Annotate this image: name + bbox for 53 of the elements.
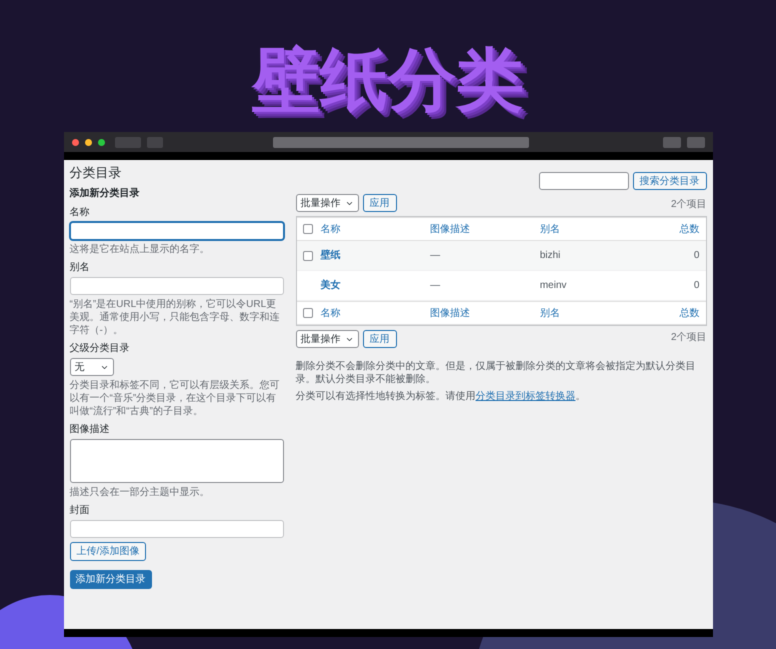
field-hint: 这将是它在站点上显示的名字。 (70, 243, 210, 256)
bulk-action-select[interactable]: 批量操作 (296, 194, 358, 212)
upload-button[interactable]: 上传/添加图像 (70, 542, 146, 561)
field-label: 图像描述 (70, 423, 110, 436)
search-button[interactable]: 搜索分类目录 (632, 172, 706, 190)
column-header[interactable]: 别名 (540, 306, 650, 320)
field-label: 父级分类目录 (70, 342, 130, 355)
field-label: 封面 (70, 504, 90, 517)
field-hint: 描述只会在一部分主题中显示。 (70, 486, 210, 499)
checkbox[interactable] (302, 224, 312, 234)
note-text: 删除分类不会删除分类中的文章。但是，仅属于被删除分类的文章将会被指定为默认分类目录。默认分类目录不能被删除。 (296, 360, 696, 386)
table-cell-text: — (430, 279, 442, 293)
category-name-link[interactable]: 壁纸 (320, 248, 430, 263)
note-text: 分类可以有选择性地转换为标签。请使用分类目录到标签转换器。 (296, 390, 586, 403)
textarea-field[interactable] (70, 439, 284, 483)
field-hint: “别名”是在URL中使用的别称，它可以令URL更美观。通常使用小写，只能包含字母、数字和连字符（-）。 (70, 298, 280, 337)
table-cell-text: 0 (692, 279, 700, 293)
table-cell-text: — (430, 249, 442, 263)
apply-button[interactable]: 应用 (362, 330, 396, 348)
item-count: 2个项目 (670, 198, 706, 212)
address-bar[interactable] (272, 136, 528, 148)
column-header[interactable]: 总数 (649, 306, 700, 320)
column-header[interactable]: 名称 (320, 222, 430, 236)
maximize-icon[interactable] (98, 138, 104, 146)
table-cell-text: bizhi (540, 249, 562, 263)
item-count: 2个项目 (670, 331, 706, 345)
text-field[interactable] (70, 520, 284, 538)
add-category-button[interactable]: 添加新分类目录 (70, 570, 152, 589)
page-title: 壁纸分类 (252, 41, 524, 120)
field-label: 别名 (70, 261, 90, 274)
search-field[interactable] (538, 172, 628, 190)
table-cell-text: 0 (692, 249, 700, 263)
checkbox[interactable] (302, 308, 312, 318)
category-name-link[interactable]: 美女 (320, 278, 430, 293)
close-icon[interactable] (72, 138, 78, 146)
column-header[interactable]: 别名 (540, 222, 650, 236)
bulk-action-select[interactable]: 批量操作 (296, 330, 358, 348)
apply-button[interactable]: 应用 (362, 194, 396, 212)
column-header[interactable]: 总数 (649, 222, 700, 236)
converter-link[interactable]: 分类目录到标签转换器 (476, 391, 576, 402)
text-field[interactable] (70, 277, 284, 295)
page-heading: 分类目录 (70, 164, 122, 182)
select-field[interactable]: 无 (70, 358, 114, 376)
checkbox[interactable] (302, 250, 312, 260)
text-field[interactable] (70, 222, 284, 240)
form-heading: 添加新分类目录 (70, 186, 140, 201)
field-hint: 分类目录和标签不同，它可以有层级关系。您可以有一个“音乐”分类目录，在这个目录下可以有叫做“流行”和“古典”的子目录。 (70, 379, 280, 418)
column-header[interactable]: 图像描述 (430, 306, 540, 320)
table-cell-text: meinv (540, 279, 568, 293)
column-header[interactable]: 名称 (320, 306, 430, 320)
minimize-icon[interactable] (84, 138, 92, 146)
field-label: 名称 (70, 206, 90, 219)
column-header[interactable]: 图像描述 (430, 222, 540, 236)
